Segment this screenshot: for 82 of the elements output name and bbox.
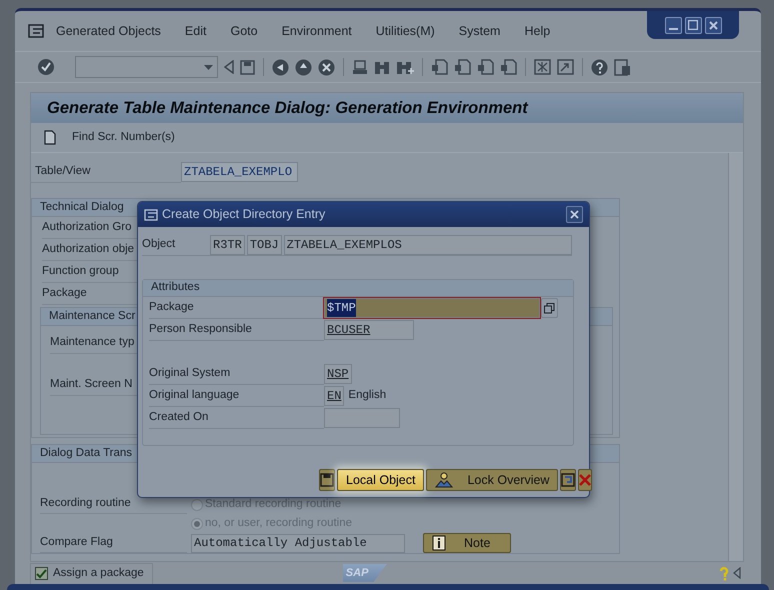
input-field[interactable]: BCUSER xyxy=(324,320,414,340)
question-mark-icon[interactable] xyxy=(719,566,729,580)
compare-flag-field[interactable]: Automatically Adjustable xyxy=(191,534,405,552)
triangle-icon[interactable] xyxy=(224,60,234,74)
note-button[interactable]: Note xyxy=(423,533,511,553)
binoculars-icon[interactable] xyxy=(374,60,390,74)
dialog-title: Create Object Directory Entry xyxy=(162,206,326,224)
field-label: Package xyxy=(149,300,194,315)
maximize-button[interactable] xyxy=(684,16,702,34)
find-screen-numbers-link[interactable]: Find Scr. Number(s) xyxy=(72,128,175,146)
minimize-button[interactable] xyxy=(664,16,682,34)
close-icon xyxy=(570,210,579,219)
field-label: Original System xyxy=(149,366,230,381)
field-label: Maintenance typ xyxy=(50,334,134,350)
screen-title: Generate Table Maintenance Dialog: Generation Environment xyxy=(31,93,743,123)
dropdown-icon xyxy=(204,64,213,70)
field-label: Original language xyxy=(149,388,240,403)
field-label: Table/View xyxy=(35,164,90,179)
field-label: Package xyxy=(42,286,87,301)
group-title: Maintenance Scr xyxy=(49,308,136,324)
field-label: Function group xyxy=(42,264,119,279)
object-field: ZTABELA_EXEMPLOS xyxy=(284,234,572,254)
copy-icon xyxy=(544,302,555,314)
group-title: Attributes xyxy=(151,280,200,296)
back-icon[interactable] xyxy=(272,58,289,76)
menu-item[interactable]: Edit xyxy=(184,22,206,40)
menu-item[interactable]: Utilities(M) xyxy=(376,22,435,40)
cancel-icon[interactable] xyxy=(318,58,335,76)
field-label: Recording routine xyxy=(40,496,131,512)
triangle-icon[interactable] xyxy=(733,567,741,579)
field-label: Created On xyxy=(149,410,208,425)
menu-item[interactable]: System xyxy=(458,22,500,40)
printer-icon[interactable] xyxy=(352,60,368,74)
input-field[interactable]: $TMP xyxy=(324,298,540,318)
exit-icon[interactable] xyxy=(295,58,312,76)
group-title: Dialog Data Trans xyxy=(40,446,132,461)
binoculars-plus-icon[interactable] xyxy=(396,60,414,74)
close-button[interactable] xyxy=(704,16,722,34)
input-field[interactable]: EN xyxy=(324,386,344,406)
minimize-icon xyxy=(668,28,678,30)
assign-package-checkbox[interactable]: Assign a package xyxy=(30,562,153,584)
other-object-button[interactable] xyxy=(560,469,576,491)
input-field[interactable] xyxy=(324,408,400,428)
menu-item[interactable]: Goto xyxy=(230,22,258,40)
sap-logo: SAP xyxy=(342,564,387,582)
new-window-icon[interactable] xyxy=(534,59,551,75)
menu-item[interactable]: Environment xyxy=(282,22,352,40)
field-label: Authorization obje xyxy=(42,242,134,257)
field-label: Maint. Screen N xyxy=(50,376,132,392)
menu-item[interactable]: Help xyxy=(524,22,550,40)
copy-button[interactable] xyxy=(541,298,558,318)
menu-icon[interactable] xyxy=(28,24,44,38)
lock-overview-button[interactable]: Lock Overview xyxy=(426,469,558,491)
scrollbar[interactable] xyxy=(728,153,743,561)
help-icon[interactable] xyxy=(591,58,608,76)
object-field: TOBJ xyxy=(246,234,282,254)
save-icon xyxy=(320,473,334,487)
table-view-field[interactable]: ZTABELA_EXEMPLO xyxy=(181,162,298,182)
field-label: Authorization Gro xyxy=(42,220,132,235)
save-button[interactable] xyxy=(319,469,335,491)
shortcut-icon[interactable] xyxy=(557,59,574,75)
close-button[interactable] xyxy=(566,206,583,223)
layout-icon[interactable] xyxy=(614,58,631,76)
field-label: Object xyxy=(142,236,176,252)
local-object-button[interactable]: Local Object xyxy=(337,469,424,491)
menu-item[interactable]: Generated Objects xyxy=(56,22,161,40)
checkmark-icon xyxy=(36,568,47,578)
language-name: English xyxy=(348,388,386,404)
check-icon[interactable] xyxy=(37,58,55,76)
group-title: Technical Dialog xyxy=(40,200,124,215)
field-label: Compare Flag xyxy=(40,534,113,550)
close-icon xyxy=(708,20,718,30)
input-field[interactable]: NSP xyxy=(324,364,352,384)
info-icon xyxy=(432,535,446,551)
command-field[interactable] xyxy=(75,56,218,78)
save-icon[interactable] xyxy=(240,60,255,74)
cancel-icon xyxy=(579,474,592,486)
frame-icon xyxy=(561,473,576,487)
document-icon xyxy=(44,130,56,145)
object-field: R3TR xyxy=(210,234,245,254)
maximize-icon xyxy=(688,20,698,30)
field-label: Person Responsible xyxy=(149,322,252,337)
